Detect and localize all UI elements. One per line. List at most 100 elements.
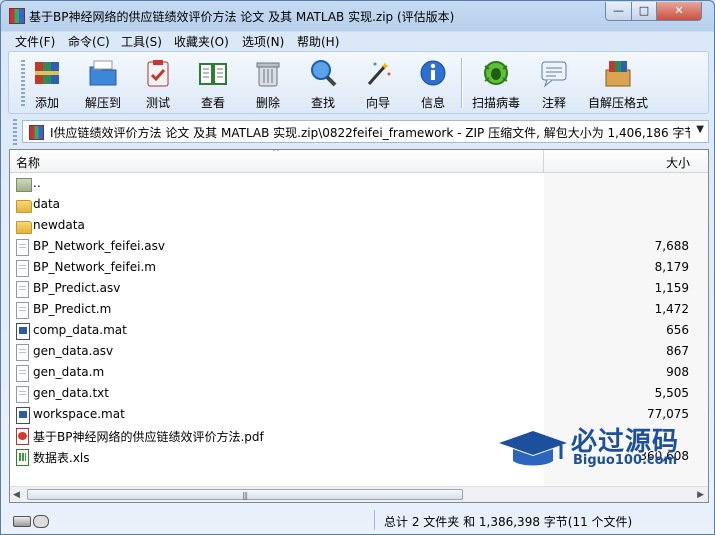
watermark-url: Biguo100.com <box>573 453 678 468</box>
scroll-left-icon[interactable]: ◀ <box>13 490 20 500</box>
mat-file-icon <box>16 323 30 340</box>
comment-icon <box>541 61 567 88</box>
text-file-icon <box>16 344 29 361</box>
list-item[interactable]: data <box>10 194 708 215</box>
virus-scan-button[interactable]: 扫描病毒 <box>468 54 524 112</box>
address-path: I供应链绩效评价方法 论文 及其 MATLAB 实现.zip\0822feife… <box>50 126 690 140</box>
menu-help[interactable]: 帮助(H) <box>297 33 339 50</box>
text-file-icon <box>16 281 29 298</box>
magnifier-icon <box>311 60 337 87</box>
sfx-label: 自解压格式 <box>587 96 648 110</box>
status-divider <box>374 510 375 530</box>
comment-label: 注释 <box>541 96 566 110</box>
file-name: comp_data.mat <box>33 323 127 337</box>
list-item[interactable]: gen_data.txt 5,505 <box>10 383 708 404</box>
grip-icon: ||| <box>242 491 248 500</box>
column-size-header[interactable]: 大小 <box>666 154 690 171</box>
file-name: BP_Network_feifei.asv <box>33 239 165 253</box>
test-clipboard-icon <box>147 60 169 87</box>
list-item[interactable]: BP_Predict.m 1,472 <box>10 299 708 320</box>
scrollbar-thumb[interactable]: ||| <box>27 489 463 500</box>
addressbar-grip[interactable] <box>13 119 17 145</box>
file-name: 数据表.xls <box>33 451 90 465</box>
info-icon <box>420 60 446 86</box>
list-item-up[interactable]: .. <box>10 173 708 194</box>
info-label: 信息 <box>420 96 445 110</box>
file-name: BP_Predict.m <box>33 302 112 316</box>
pdf-file-icon <box>16 428 29 445</box>
minimize-button[interactable]: — <box>605 2 632 21</box>
file-size: 867 <box>666 344 689 358</box>
address-bar[interactable]: I供应链绩效评价方法 论文 及其 MATLAB 实现.zip\0822feife… <box>22 120 709 143</box>
menu-favorites[interactable]: 收藏夹(O) <box>174 33 229 50</box>
status-summary: 总计 2 文件夹 和 1,386,398 字节(11 个文件) <box>384 515 633 529</box>
file-name: BP_Network_feifei.m <box>33 260 156 274</box>
drive-icon[interactable] <box>13 516 31 527</box>
column-name-header[interactable]: 名称 <box>16 154 40 171</box>
text-file-icon <box>16 302 29 319</box>
text-file-icon <box>16 260 29 277</box>
add-archive-icon <box>35 62 59 84</box>
list-item[interactable]: BP_Network_feifei.m 8,179 <box>10 257 708 278</box>
menu-command[interactable]: 命令(C) <box>68 33 110 50</box>
horizontal-scrollbar[interactable]: ◀ ||| ▶ <box>10 486 708 502</box>
test-button[interactable]: 测试 <box>130 54 186 112</box>
list-item[interactable]: BP_Network_feifei.asv 7,688 <box>10 236 708 257</box>
list-item[interactable]: BP_Predict.asv 1,159 <box>10 278 708 299</box>
text-file-icon <box>16 239 29 256</box>
trash-icon <box>256 62 280 87</box>
file-name: gen_data.txt <box>33 386 109 400</box>
add-button[interactable]: 添加 <box>19 54 75 112</box>
toolbar: 添加 解压到 测试 查看 删除 查找 向导 信息 扫描病毒 注释 自解压格式 <box>8 51 709 114</box>
sfx-box-icon <box>605 61 631 87</box>
comment-button[interactable]: 注释 <box>526 54 582 112</box>
extract-folder-icon <box>89 60 117 86</box>
watermark-logo: 必过源码 Biguo100.com <box>497 421 707 475</box>
wand-icon <box>367 62 391 85</box>
file-size: 8,179 <box>654 260 689 274</box>
winrar-window: 基于BP神经网络的供应链绩效评价方法 论文 及其 MATLAB 实现.zip (… <box>0 0 715 535</box>
file-name: gen_data.m <box>33 365 105 379</box>
status-icons <box>13 514 49 528</box>
archive-icon <box>29 125 44 140</box>
text-file-icon <box>16 365 29 382</box>
file-size: 77,075 <box>647 407 689 421</box>
view-button[interactable]: 查看 <box>185 54 241 112</box>
file-name: gen_data.asv <box>33 344 114 358</box>
list-item[interactable]: comp_data.mat 656 <box>10 320 708 341</box>
sort-ascending-icon: ^ <box>272 149 280 158</box>
list-item[interactable]: gen_data.asv 867 <box>10 341 708 362</box>
sfx-button[interactable]: 自解压格式 <box>588 54 648 112</box>
file-name: newdata <box>33 218 85 232</box>
menu-file[interactable]: 文件(F) <box>15 33 55 50</box>
excel-file-icon <box>16 449 29 466</box>
delete-button[interactable]: 删除 <box>240 54 296 112</box>
graduation-cap-icon <box>499 431 567 466</box>
column-divider[interactable] <box>543 150 544 172</box>
scroll-right-icon[interactable]: ▶ <box>697 490 704 500</box>
maximize-button[interactable]: □ <box>631 2 657 21</box>
info-button[interactable]: 信息 <box>405 54 461 112</box>
wizard-button[interactable]: 向导 <box>350 54 406 112</box>
chevron-down-icon[interactable]: ▼ <box>696 124 704 135</box>
column-header: 名称 ^ 大小 <box>10 150 708 173</box>
file-size: 656 <box>666 323 689 337</box>
file-name: 基于BP神经网络的供应链绩效评价方法.pdf <box>33 430 264 444</box>
file-size: 1,472 <box>654 302 689 316</box>
file-size: 1,159 <box>654 281 689 295</box>
title-bar: 基于BP神经网络的供应链绩效评价方法 论文 及其 MATLAB 实现.zip (… <box>1 1 714 31</box>
list-item[interactable]: gen_data.m 908 <box>10 362 708 383</box>
file-name: workspace.mat <box>33 407 125 421</box>
window-title: 基于BP神经网络的供应链绩效评价方法 论文 及其 MATLAB 实现.zip (… <box>29 10 455 24</box>
folder-icon <box>16 200 32 213</box>
menu-options[interactable]: 选项(N) <box>242 33 284 50</box>
close-button[interactable]: ✕ <box>656 2 702 21</box>
list-item[interactable]: newdata <box>10 215 708 236</box>
key-icon[interactable] <box>33 515 49 528</box>
find-button[interactable]: 查找 <box>295 54 351 112</box>
text-file-icon <box>16 386 29 403</box>
menu-tools[interactable]: 工具(S) <box>121 33 162 50</box>
extract-to-button[interactable]: 解压到 <box>75 54 131 112</box>
status-bar: 总计 2 文件夹 和 1,386,398 字节(11 个文件) <box>1 507 714 534</box>
parent-folder-icon <box>16 178 32 192</box>
